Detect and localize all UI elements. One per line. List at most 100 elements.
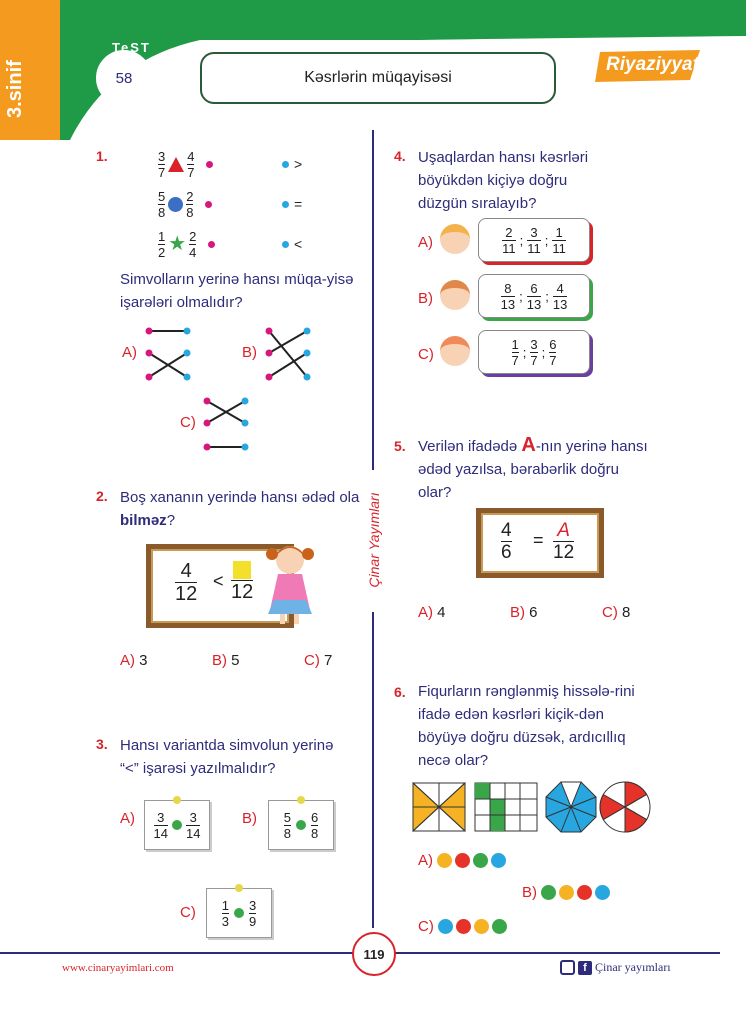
- q4-question: Uşaqlardan hansı kəsrləri böyükdən kiçiy…: [418, 149, 589, 212]
- color-dot-icon: [455, 853, 470, 868]
- q2-option-a[interactable]: A) 3: [120, 652, 148, 670]
- octagon-figure: [545, 781, 597, 833]
- q4-fraction: 17: [511, 336, 519, 368]
- q3-option-a-label[interactable]: A): [120, 810, 135, 827]
- publisher-side-label: Çinar Yayımları: [366, 492, 382, 588]
- q1-right-fraction: 24: [189, 228, 197, 260]
- q5-unknown-a: A: [557, 520, 570, 541]
- separator: ;: [544, 232, 549, 248]
- q3-option-b-card[interactable]: 58 68: [268, 796, 334, 850]
- q4-fraction: 8 13: [500, 280, 516, 312]
- q3-question: Hansı variantda simvolun yerinə “<” işar…: [120, 734, 370, 780]
- color-dot-icon: [577, 885, 592, 900]
- q1-option-a-diagram[interactable]: [143, 325, 193, 385]
- q5-number: 5.: [394, 438, 406, 454]
- q1-option-c-label[interactable]: C): [180, 414, 196, 431]
- square-figure: [412, 782, 466, 832]
- option-label: A): [418, 604, 438, 621]
- circle-icon: [234, 908, 244, 918]
- option-value: 3: [139, 652, 148, 669]
- q4-option-a-bubble[interactable]: 2 11; 3 11; 1 11: [478, 218, 590, 262]
- pin-icon: [297, 796, 305, 804]
- q5-denominator-2: 12: [553, 542, 575, 563]
- footer-social: f Çinar yayımları: [560, 960, 671, 975]
- q1-question: Simvolların yerinə hansı müqa-yisə işarə…: [120, 271, 354, 311]
- q2-numerator: 4: [180, 560, 192, 582]
- q2-denominator: 12: [175, 583, 198, 605]
- child-face-icon: [440, 224, 470, 254]
- test-number: 58: [115, 69, 133, 87]
- option-value: 5: [231, 652, 240, 669]
- q1-symbol: >: [294, 156, 303, 172]
- q4-option-c-label[interactable]: C): [418, 346, 434, 363]
- option-label: A): [120, 652, 140, 669]
- q4-option-b-bubble[interactable]: 8 13; 6 13; 4 13: [478, 274, 590, 318]
- q3-option-a-card[interactable]: 3 14 3 14: [144, 796, 210, 850]
- q2-fraction: 4 12: [175, 560, 198, 605]
- q4-option-b-label[interactable]: B): [418, 290, 433, 307]
- q2-text-bold: bilməz: [120, 512, 167, 529]
- topic-title-box: Kəsrlərin müqayisəsi: [200, 52, 556, 104]
- q2-blank-box[interactable]: [233, 561, 252, 579]
- q1-left-fraction: 37: [158, 148, 166, 180]
- q6-option-c[interactable]: C): [418, 918, 510, 935]
- q2-option-b[interactable]: B) 5: [212, 652, 240, 670]
- option-label: B): [212, 652, 232, 669]
- separator: ;: [545, 288, 549, 304]
- circle-icon: [168, 196, 184, 212]
- q2-number: 2.: [96, 488, 108, 504]
- q2-blank-fraction: 12: [231, 561, 254, 602]
- q1-option-b-label[interactable]: B): [242, 344, 257, 361]
- option-label: C): [602, 604, 622, 621]
- q2-text-end: ?: [166, 512, 176, 529]
- q1-left-dot[interactable]: [206, 160, 214, 168]
- q1-number: 1.: [96, 148, 108, 164]
- q3-option-b-label[interactable]: B): [242, 810, 257, 827]
- q6-option-a[interactable]: A): [418, 852, 509, 869]
- q2-question: Boş xananın yerində hansı ədəd ola bilmə…: [120, 486, 366, 532]
- color-dot-icon: [541, 885, 556, 900]
- q5-option-b[interactable]: B) 6: [510, 604, 538, 622]
- q6-question: Fiqurların rənglənmiş hissələ-rini ifadə…: [418, 683, 635, 769]
- social-handle: Çinar yayımları: [595, 960, 671, 974]
- q3-text-line1: Hansı variantda simvolun yerinə: [120, 737, 334, 754]
- q1-row: 5 8 2 8 =: [158, 188, 318, 220]
- q3-option-c-card[interactable]: 13 39: [206, 884, 272, 938]
- option-value: 8: [622, 604, 631, 621]
- q4-fraction: 3 11: [527, 224, 541, 256]
- q1-option-a-label[interactable]: A): [122, 344, 137, 361]
- triangle-icon: [168, 156, 185, 172]
- q5-options: A) 4 B) 6 C) 8: [418, 604, 668, 624]
- color-dot-icon: [491, 919, 507, 934]
- q4-options: A) 2 11; 3 11; 1 11 B) 8 13; 6 13; 4 13 C) 1 7; 3 7; 6 7: [418, 214, 618, 384]
- instagram-icon[interactable]: [560, 960, 575, 975]
- color-dot-icon: [595, 885, 610, 900]
- q4-option-c-bubble[interactable]: 1 7; 3 7; 6 7: [478, 330, 590, 374]
- q4-fraction: 37: [530, 336, 538, 368]
- column-divider-lower: [372, 612, 374, 928]
- q4-option-a-label[interactable]: A): [418, 234, 433, 251]
- q1-option-b-diagram[interactable]: [263, 325, 313, 385]
- q5-equals: =: [533, 530, 544, 550]
- page-number: 119: [363, 946, 385, 962]
- q5-letter-a: A: [521, 434, 536, 456]
- q1-left-dot[interactable]: [208, 240, 216, 248]
- separator: ;: [541, 344, 546, 360]
- facebook-icon[interactable]: f: [578, 960, 592, 975]
- q6-option-b[interactable]: B): [522, 884, 613, 901]
- q1-option-c-diagram[interactable]: [201, 395, 251, 455]
- q5-option-c[interactable]: C) 8: [602, 604, 630, 622]
- q1-right-dot[interactable]: [282, 240, 289, 248]
- q1-right-dot[interactable]: [282, 160, 289, 168]
- test-badge: 58: [96, 50, 152, 106]
- star-icon: ★: [168, 233, 187, 255]
- q2-sign: <: [213, 571, 224, 591]
- q1-left-dot[interactable]: [205, 200, 213, 208]
- q2-option-c[interactable]: C) 7: [304, 652, 332, 670]
- q1-left-fraction: 58: [158, 188, 166, 220]
- footer-website[interactable]: www.cinaryayimlari.com: [62, 962, 174, 974]
- q1-right-dot[interactable]: [282, 200, 289, 208]
- circle-icon: [296, 820, 306, 830]
- q3-option-c-label[interactable]: C): [180, 904, 196, 921]
- q5-option-a[interactable]: A) 4: [418, 604, 446, 622]
